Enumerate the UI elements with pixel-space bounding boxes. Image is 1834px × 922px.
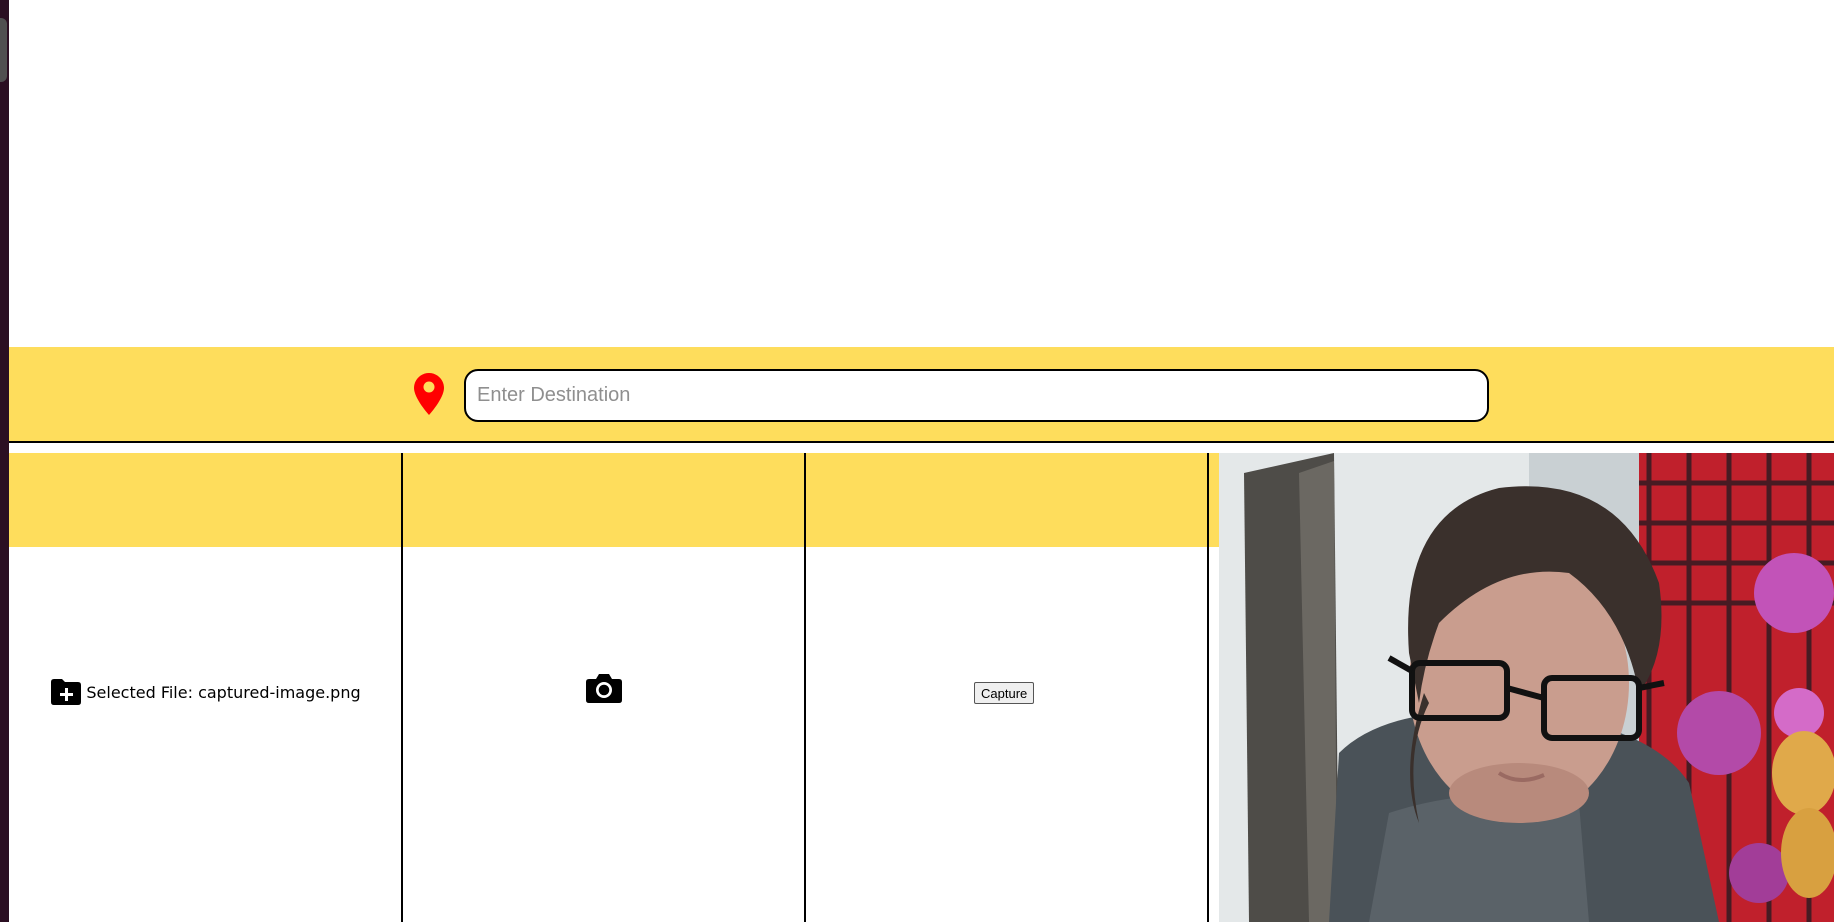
webcam-preview bbox=[1219, 453, 1834, 922]
webcam-image bbox=[1219, 453, 1834, 922]
header-strip bbox=[9, 453, 1219, 547]
camera-icon[interactable] bbox=[585, 672, 623, 704]
column-divider bbox=[401, 453, 403, 922]
destination-input[interactable] bbox=[464, 369, 1489, 422]
folder-plus-icon bbox=[51, 679, 82, 705]
column-divider bbox=[1207, 453, 1209, 922]
page-content: Selected File: captured-image.png Captur… bbox=[9, 0, 1834, 922]
column-divider bbox=[804, 453, 806, 922]
selected-file-label: Selected File: captured-image.png bbox=[86, 682, 361, 702]
edge-handle[interactable] bbox=[0, 18, 7, 82]
map-pin-icon bbox=[414, 373, 444, 415]
file-upload-cell[interactable]: Selected File: captured-image.png bbox=[9, 547, 401, 837]
window-left-edge bbox=[0, 0, 9, 922]
capture-button[interactable]: Capture bbox=[974, 682, 1035, 704]
